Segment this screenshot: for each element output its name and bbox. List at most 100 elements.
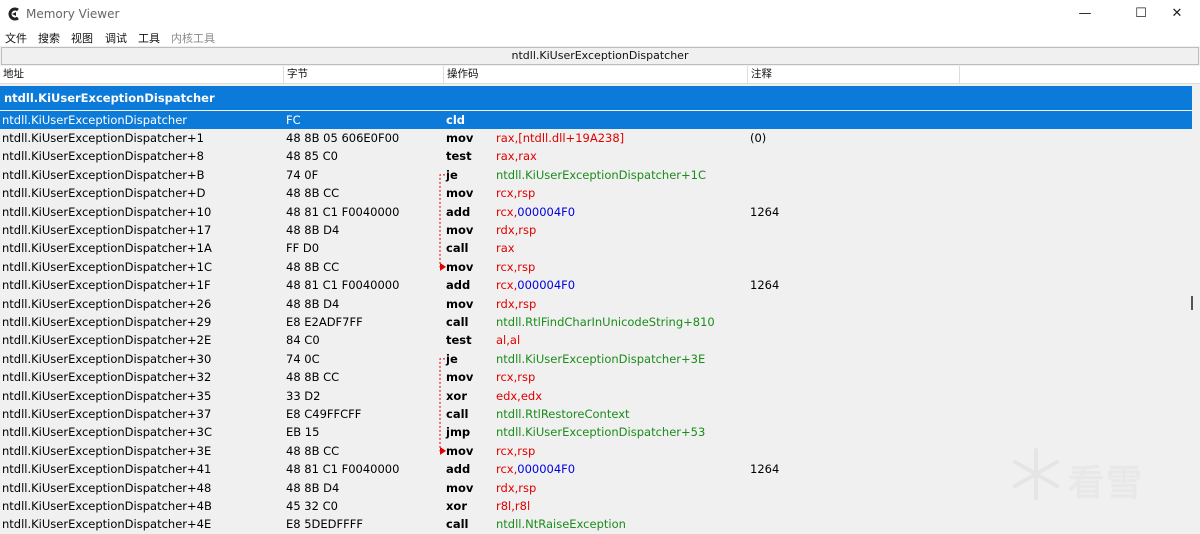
disassembly-row[interactable]: ntdll.KiUserExceptionDispatcher+10 48 81 … xyxy=(0,203,1192,221)
row-opcode: add xyxy=(446,204,471,219)
column-header-bytes[interactable]: 字节 xyxy=(284,66,444,84)
column-header-comment[interactable]: 注释 xyxy=(748,66,960,84)
title-bar: Memory Viewer — ☐ ✕ xyxy=(0,0,1200,28)
row-bytes: 48 85 C0 xyxy=(286,149,338,164)
row-opcode: call xyxy=(446,314,469,329)
row-comment: 1264 xyxy=(750,462,780,477)
disassembly-row[interactable]: ntdll.KiUserExceptionDispatcher+32 48 8B … xyxy=(0,368,1192,386)
operand-part: ntdll.NtRaiseException xyxy=(496,517,626,532)
row-bytes: FC xyxy=(286,112,301,127)
row-opcode: mov xyxy=(446,186,474,201)
row-address: ntdll.KiUserExceptionDispatcher+26 xyxy=(2,296,212,311)
row-address: ntdll.KiUserExceptionDispatcher+3C xyxy=(2,425,212,440)
watermark: 看雪 xyxy=(1008,446,1188,516)
cheat-engine-app-icon xyxy=(8,7,19,21)
close-button[interactable]: ✕ xyxy=(1154,0,1200,28)
operand-part: rcx,rsp xyxy=(496,370,536,385)
row-operands: ntdll.NtRaiseException xyxy=(496,515,626,533)
row-operands: ntdll.KiUserExceptionDispatcher+3E xyxy=(496,350,705,368)
row-comment: (0) xyxy=(750,130,767,145)
disassembly-row[interactable]: ntdll.KiUserExceptionDispatcher+37 E8 C49… xyxy=(0,405,1192,423)
disassembly-row[interactable]: ntdll.KiUserExceptionDispatcher+17 48 8B … xyxy=(0,221,1192,239)
row-comment: 1264 xyxy=(750,278,780,293)
operand-part: rax,rax xyxy=(496,149,537,164)
disassembly-row[interactable]: ntdll.KiUserExceptionDispatcher+30 74 0C j… xyxy=(0,350,1192,368)
symbol-header: ntdll.KiUserExceptionDispatcher xyxy=(0,86,1192,110)
operand-part: rdx,rsp xyxy=(496,222,537,237)
scrollbar-thumb[interactable] xyxy=(1191,296,1193,310)
row-bytes: E8 C49FFCFF xyxy=(286,406,362,421)
row-address: ntdll.KiUserExceptionDispatcher+30 xyxy=(2,351,212,366)
disassembly-row[interactable]: ntdll.KiUserExceptionDispatcher+8 48 85 C… xyxy=(0,147,1192,165)
row-address: ntdll.KiUserExceptionDispatcher+1A xyxy=(2,241,212,256)
disassembly-row[interactable]: ntdll.KiUserExceptionDispatcher+1 48 8B 0… xyxy=(0,129,1192,147)
row-bytes: FF D0 xyxy=(286,241,320,256)
disassembly-row[interactable]: ntdll.KiUserExceptionDispatcher+1A FF D0 c… xyxy=(0,239,1192,257)
operand-part: ntdll.KiUserExceptionDispatcher+3E xyxy=(496,351,706,366)
disassembly-column-header: 地址 字节 操作码 注释 xyxy=(0,66,1200,84)
row-address: ntdll.KiUserExceptionDispatcher+8 xyxy=(2,149,204,164)
row-bytes: 48 8B D4 xyxy=(286,222,340,237)
column-header-opcode[interactable]: 操作码 xyxy=(444,66,748,84)
row-bytes: 48 81 C1 F0040000 xyxy=(286,462,400,477)
operand-part: ntdll.KiUserExceptionDispatcher+53 xyxy=(496,425,706,440)
menu-view[interactable]: 视图 xyxy=(71,30,93,46)
menu-file[interactable]: 文件 xyxy=(5,30,27,46)
row-bytes: 48 8B CC xyxy=(286,370,340,385)
disassembly-row[interactable]: ntdll.KiUserExceptionDispatcher+2E 84 C0 t… xyxy=(0,331,1192,349)
menu-search[interactable]: 搜索 xyxy=(38,30,60,46)
row-address: ntdll.KiUserExceptionDispatcher+41 xyxy=(2,462,212,477)
row-operands: ntdll.RtlRestoreContext xyxy=(496,405,630,423)
menu-tools[interactable]: 工具 xyxy=(138,30,160,46)
row-opcode: test xyxy=(446,333,472,348)
disassembly-row[interactable]: ntdll.KiUserExceptionDispatcher+1C 48 8B … xyxy=(0,258,1192,276)
row-address: ntdll.KiUserExceptionDispatcher+32 xyxy=(2,370,212,385)
row-bytes: 48 8B 05 606E0F00 xyxy=(286,130,400,145)
disassembly-row[interactable]: ntdll.KiUserExceptionDispatcher+4E E8 5DE… xyxy=(0,515,1192,533)
row-operands: rdx,rsp xyxy=(496,221,536,239)
row-operands: rcx,rsp xyxy=(496,442,535,460)
disassembly-row[interactable]: ntdll.KiUserExceptionDispatcher+B 74 0F je… xyxy=(0,166,1192,184)
operand-part: 000004F0 xyxy=(517,204,576,219)
row-bytes: 48 8B CC xyxy=(286,186,340,201)
operand-part: rcx, xyxy=(496,278,518,293)
disassembly-row[interactable]: ntdll.KiUserExceptionDispatcher+1F 48 81 … xyxy=(0,276,1192,294)
row-address: ntdll.KiUserExceptionDispatcher+10 xyxy=(2,204,212,219)
row-bytes: 45 32 C0 xyxy=(286,498,338,513)
disassembly-row[interactable]: ntdll.KiUserExceptionDispatcher FC cld xyxy=(0,110,1192,129)
row-address: ntdll.KiUserExceptionDispatcher+35 xyxy=(2,388,212,403)
row-address: ntdll.KiUserExceptionDispatcher+1C xyxy=(2,259,212,274)
row-address: ntdll.KiUserExceptionDispatcher+29 xyxy=(2,314,212,329)
current-address-bar[interactable]: ntdll.KiUserExceptionDispatcher xyxy=(1,47,1199,65)
operand-part: edx,edx xyxy=(496,388,543,403)
minimize-button[interactable]: — xyxy=(1062,0,1108,28)
operand-part: rcx, xyxy=(496,462,518,477)
column-header-address[interactable]: 地址 xyxy=(0,66,284,84)
disassembly-row[interactable]: ntdll.KiUserExceptionDispatcher+29 E8 E2A… xyxy=(0,313,1192,331)
disassembly-row[interactable]: ntdll.KiUserExceptionDispatcher+3C EB 15 j… xyxy=(0,423,1192,441)
operand-part: rcx,rsp xyxy=(496,259,536,274)
row-address: ntdll.KiUserExceptionDispatcher+D xyxy=(2,186,206,201)
row-opcode: add xyxy=(446,278,471,293)
row-opcode: cld xyxy=(446,112,465,127)
row-bytes: 48 8B D4 xyxy=(286,480,340,495)
row-opcode: test xyxy=(446,149,472,164)
row-operands: ntdll.KiUserExceptionDispatcher+1C xyxy=(496,166,706,184)
disassembly-row[interactable]: ntdll.KiUserExceptionDispatcher+D 48 8B C… xyxy=(0,184,1192,202)
row-address: ntdll.KiUserExceptionDispatcher+2E xyxy=(2,333,212,348)
operand-part: ntdll.KiUserExceptionDispatcher+1C xyxy=(496,167,706,182)
row-opcode: mov xyxy=(446,296,474,311)
snowflake-logo-icon xyxy=(1013,448,1059,500)
row-bytes: 84 C0 xyxy=(286,333,320,348)
row-address: ntdll.KiUserExceptionDispatcher+1 xyxy=(2,130,204,145)
row-address: ntdll.KiUserExceptionDispatcher+37 xyxy=(2,406,212,421)
row-opcode: mov xyxy=(446,259,474,274)
disassembly-row[interactable]: ntdll.KiUserExceptionDispatcher+26 48 8B … xyxy=(0,295,1192,313)
row-comment: 1264 xyxy=(750,204,780,219)
disassembly-row[interactable]: ntdll.KiUserExceptionDispatcher+35 33 D2 x… xyxy=(0,387,1192,405)
row-bytes: 74 0C xyxy=(286,351,320,366)
menu-debug[interactable]: 调试 xyxy=(105,30,127,46)
row-operands: ntdll.KiUserExceptionDispatcher+53 xyxy=(496,423,705,441)
menu-kernel-tools[interactable]: 内核工具 xyxy=(171,30,215,46)
row-opcode: call xyxy=(446,406,469,421)
